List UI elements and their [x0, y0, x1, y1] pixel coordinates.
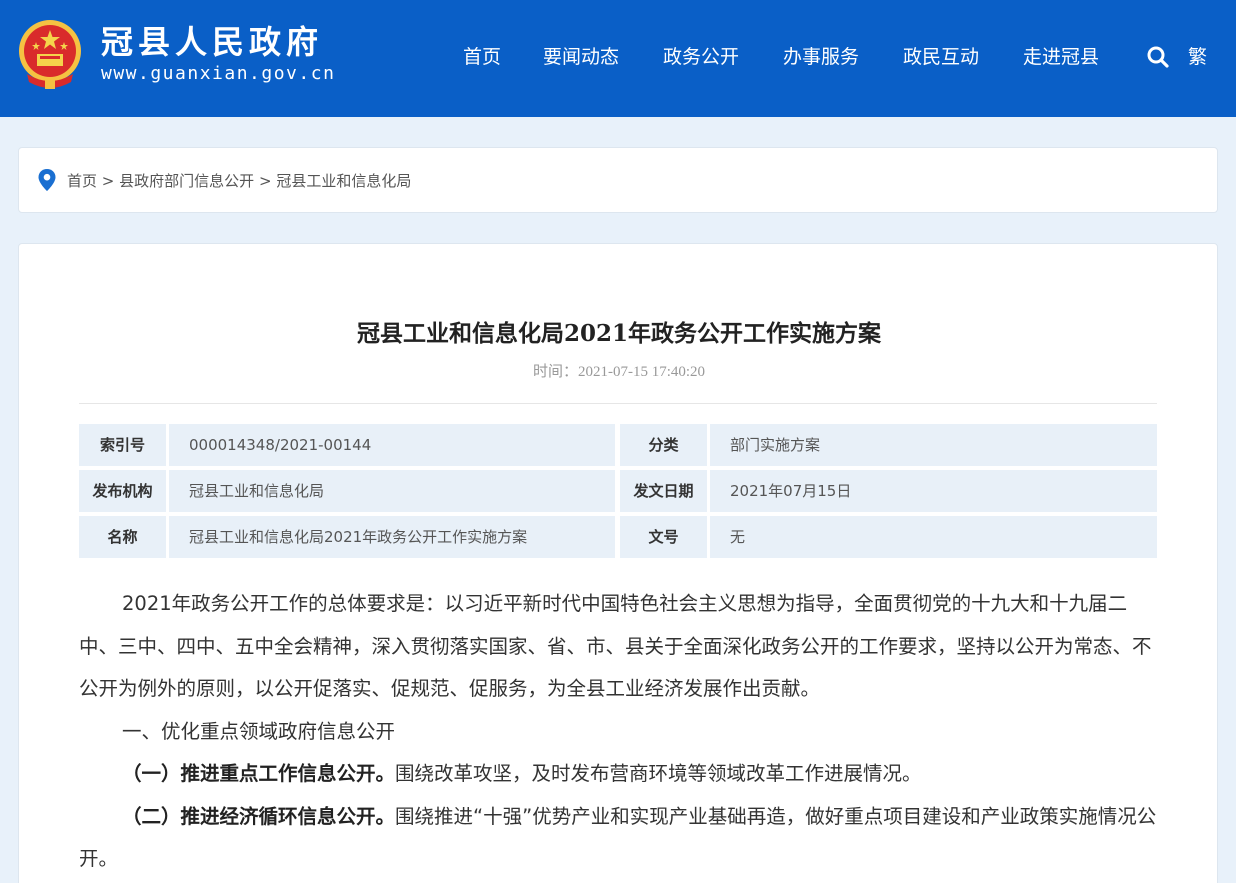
meta-value: 部门实施方案: [710, 424, 1157, 466]
meta-label: 名称: [79, 516, 166, 558]
article-title: 冠县工业和信息化局2021年政务公开工作实施方案: [356, 320, 881, 347]
metadata-row: 名称 冠县工业和信息化局2021年政务公开工作实施方案 文号 无: [79, 516, 1157, 558]
paragraph-lead: （一）推进重点工作信息公开。: [122, 762, 396, 785]
breadcrumb-bureau[interactable]: 冠县工业和信息化局: [276, 172, 411, 190]
breadcrumb-dept-info[interactable]: 县政府部门信息公开: [119, 172, 254, 190]
site-header: 冠县人民政府 www.guanxian.gov.cn 首页 要闻动态 政务公开 …: [0, 0, 1236, 117]
body-paragraph: （二）推进经济循环信息公开。围绕推进“十强”优势产业和实现产业基础再造，做好重点…: [79, 796, 1157, 881]
breadcrumb-separator: >: [101, 172, 115, 190]
meta-value: 冠县工业和信息化局: [169, 470, 615, 512]
meta-label: 发布机构: [79, 470, 166, 512]
section-heading: 一、优化重点领域政府信息公开: [122, 719, 396, 743]
site-url[interactable]: www.guanxian.gov.cn: [101, 62, 335, 86]
breadcrumb-bar: 首页 > 县政府部门信息公开 > 冠县工业和信息化局: [18, 147, 1218, 213]
breadcrumb-separator: >: [258, 172, 272, 190]
article-panel: 冠县工业和信息化局2021年政务公开工作实施方案 时间：2021-07-15 1…: [18, 243, 1218, 883]
breadcrumb: 首页 > 县政府部门信息公开 > 冠县工业和信息化局: [67, 171, 411, 191]
time-label: 时间：: [532, 364, 578, 380]
metadata-row: 索引号 000014348/2021-00144 分类 部门实施方案: [79, 424, 1157, 466]
title-divider: [79, 403, 1157, 404]
site-title[interactable]: 冠县人民政府: [101, 22, 323, 62]
meta-label: 发文日期: [620, 470, 707, 512]
meta-value: 2021年07月15日: [710, 470, 1157, 512]
article-body: 2021年政务公开工作的总体要求是：以习近平新时代中国特色社会主义思想为指导，全…: [79, 583, 1157, 881]
article-time: 时间：2021-07-15 17:40:20: [19, 362, 1219, 382]
nav-about[interactable]: 走进冠县: [1023, 42, 1099, 72]
body-paragraph: （一）推进重点工作信息公开。围绕改革攻坚，及时发布营商环境等领域改革工作进展情况…: [79, 753, 1157, 796]
meta-value: 冠县工业和信息化局2021年政务公开工作实施方案: [169, 516, 615, 558]
nav-gov-affairs[interactable]: 政务公开: [663, 42, 739, 72]
meta-label: 文号: [620, 516, 707, 558]
metadata-row: 发布机构 冠县工业和信息化局 发文日期 2021年07月15日: [79, 470, 1157, 512]
nav-services[interactable]: 办事服务: [783, 42, 859, 72]
time-value: 2021-07-15 17:40:20: [577, 364, 706, 380]
nav-news[interactable]: 要闻动态: [543, 42, 619, 72]
nav-home[interactable]: 首页: [463, 42, 501, 72]
breadcrumb-home[interactable]: 首页: [67, 172, 97, 190]
body-paragraph: 2021年政务公开工作的总体要求是：以习近平新时代中国特色社会主义思想为指导，全…: [79, 592, 1152, 700]
paragraph-text: 围绕改革攻坚，及时发布营商环境等领域改革工作进展情况。: [395, 762, 922, 785]
location-pin-icon: [38, 169, 56, 191]
meta-label: 分类: [620, 424, 707, 466]
meta-label: 索引号: [79, 424, 166, 466]
nav-interaction[interactable]: 政民互动: [903, 42, 979, 72]
paragraph-lead: （二）推进经济循环信息公开。: [122, 804, 396, 828]
search-icon[interactable]: [1146, 45, 1170, 69]
meta-value: 无: [710, 516, 1157, 558]
national-emblem-icon[interactable]: [17, 18, 83, 90]
traditional-chinese-toggle[interactable]: 繁: [1188, 42, 1207, 72]
meta-value: 000014348/2021-00144: [169, 424, 615, 466]
